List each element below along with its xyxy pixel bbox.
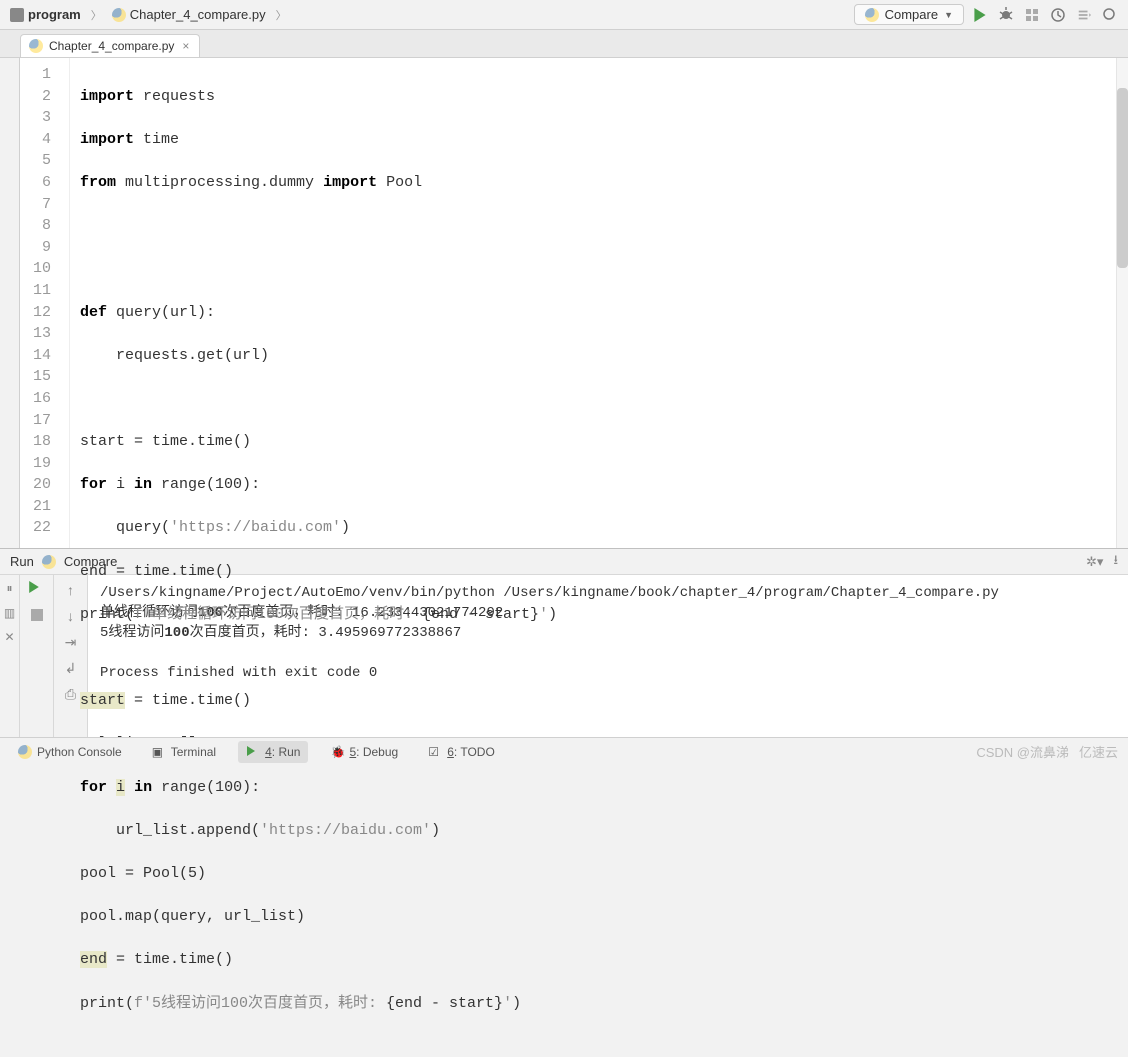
run-config-label: Compare — [885, 7, 938, 22]
tab-run-label: : Run — [272, 745, 301, 759]
scrollbar-thumb[interactable] — [1117, 88, 1128, 268]
breadcrumb-separator: 〉 — [91, 7, 102, 23]
editor: 1234 5678 9101112 13141516 17181920 2122… — [0, 58, 1128, 548]
editor-tabs: Chapter_4_compare.py × — [0, 30, 1128, 58]
tab-terminal-label: Terminal — [171, 745, 216, 759]
breadcrumb-file-label: Chapter_4_compare.py — [130, 7, 266, 22]
run-far-left-strip: ⏸ ▥ ✕ — [0, 575, 20, 737]
coverage-button[interactable] — [1024, 7, 1040, 23]
tab-python-console[interactable]: Python Console — [10, 741, 130, 763]
chevron-down-icon: ▼ — [944, 10, 953, 20]
run-button[interactable] — [972, 7, 988, 23]
rerun-button[interactable] — [28, 581, 46, 599]
close-icon[interactable]: ✕ — [4, 630, 14, 644]
bottom-tool-tabs: Python Console ▣ Terminal 4: Run 🐞 5: De… — [0, 737, 1128, 765]
run-config-selector[interactable]: Compare ▼ — [854, 4, 964, 25]
left-tool-sidebar[interactable] — [0, 58, 20, 548]
python-file-icon — [112, 8, 126, 22]
breadcrumb-file[interactable]: Chapter_4_compare.py — [108, 5, 270, 24]
run-panel-title: Run — [10, 554, 34, 569]
stop-button[interactable] — [1076, 7, 1092, 23]
bug-icon: 🐞 — [330, 745, 344, 759]
debug-button[interactable] — [998, 7, 1014, 23]
python-icon — [18, 745, 32, 759]
print-icon[interactable]: ⎙ — [62, 685, 80, 703]
close-tab-button[interactable]: × — [180, 39, 191, 53]
pause-icon[interactable]: ⏸ — [6, 581, 12, 596]
watermark-yisu: 亿速云 — [1079, 742, 1118, 761]
up-stack-icon[interactable]: ↑ — [62, 581, 80, 599]
tab-todo-num: 6 — [447, 745, 454, 759]
python-icon — [865, 8, 879, 22]
tab-todo-label: : TODO — [454, 745, 495, 759]
line-number-gutter: 1234 5678 9101112 13141516 17181920 2122 — [20, 58, 70, 548]
breadcrumb-project[interactable]: program — [6, 5, 85, 24]
top-toolbar: program 〉 Chapter_4_compare.py 〉 Compare… — [0, 0, 1128, 30]
breadcrumb-project-label: program — [28, 7, 81, 22]
terminal-icon: ▣ — [152, 745, 166, 759]
download-icon[interactable]: ⭳ — [1113, 551, 1118, 573]
editor-scrollbar[interactable] — [1116, 58, 1128, 548]
tab-debug[interactable]: 🐞 5: Debug — [322, 741, 406, 763]
wrap-icon[interactable]: ↲ — [62, 659, 80, 677]
tab-python-console-label: Python Console — [37, 745, 122, 759]
toolbar-actions — [972, 7, 1122, 23]
profile-button[interactable] — [1050, 7, 1066, 23]
play-icon — [246, 745, 260, 759]
tab-run-num: 4 — [265, 745, 272, 759]
python-icon — [42, 555, 56, 569]
todo-icon: ☑ — [428, 745, 442, 759]
export-icon[interactable]: ⇥ — [62, 633, 80, 651]
tab-todo[interactable]: ☑ 6: TODO — [420, 741, 503, 763]
tab-terminal[interactable]: ▣ Terminal — [144, 741, 224, 763]
tab-run[interactable]: 4: Run — [238, 741, 308, 763]
breadcrumb: program 〉 Chapter_4_compare.py 〉 — [6, 5, 854, 24]
search-button[interactable] — [1102, 7, 1118, 23]
python-file-icon — [29, 39, 43, 53]
editor-tab-label: Chapter_4_compare.py — [49, 39, 174, 53]
layout-icon[interactable]: ▥ — [4, 606, 15, 620]
editor-tab-active[interactable]: Chapter_4_compare.py × — [20, 34, 200, 57]
tab-debug-label: : Debug — [356, 745, 398, 759]
folder-icon — [10, 8, 24, 22]
code-editor[interactable]: import requests import time from multipr… — [70, 58, 1116, 548]
watermark: CSDN @流鼻涕 亿速云 — [976, 742, 1118, 761]
breadcrumb-separator: 〉 — [276, 7, 287, 23]
watermark-csdn: CSDN @流鼻涕 — [976, 742, 1069, 761]
run-left-toolbar — [20, 575, 54, 737]
down-stack-icon[interactable]: ↓ — [62, 607, 80, 625]
stop-button[interactable] — [31, 609, 43, 621]
